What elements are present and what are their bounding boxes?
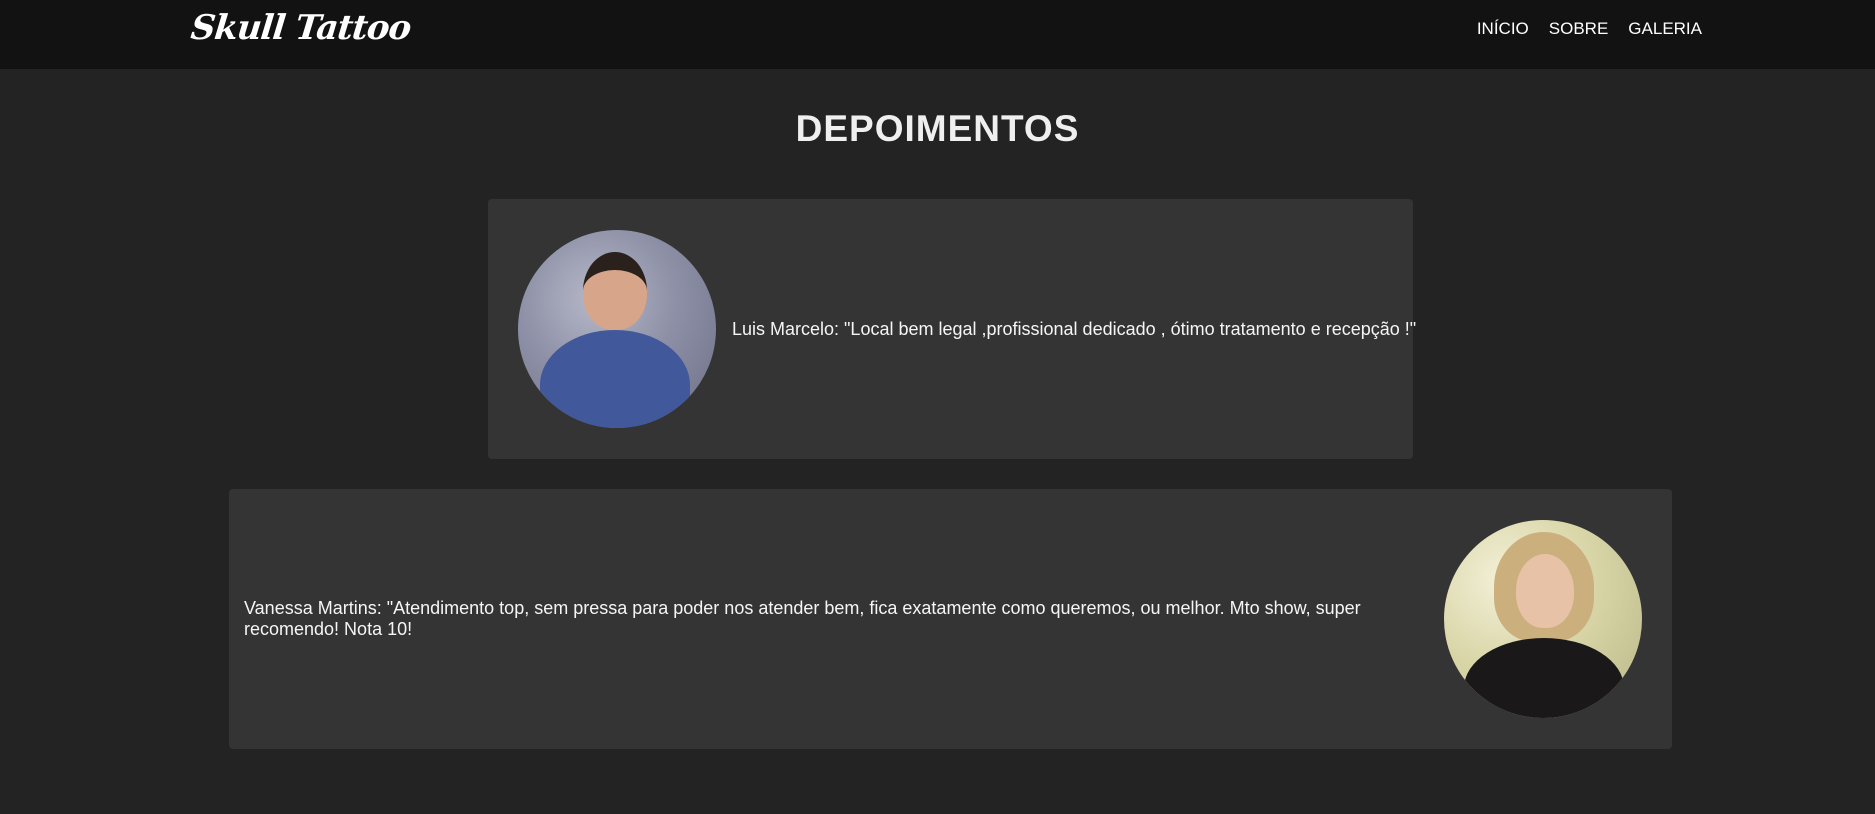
avatar-figure-body [1464, 638, 1624, 718]
nav-link-galeria[interactable]: GALERIA [1628, 18, 1702, 40]
avatar-figure-body [540, 330, 690, 428]
logo[interactable]: Skull Tattoo [189, 8, 413, 48]
avatar-figure-head [583, 252, 647, 330]
nav-link-sobre[interactable]: SOBRE [1549, 18, 1609, 40]
avatar-figure-head [1516, 554, 1574, 628]
section-title: DEPOIMENTOS [795, 108, 1080, 149]
testimonial-card: Luis Marcelo: "Local bem legal ,profissi… [488, 199, 1417, 459]
testimonial-card: Vanessa Martins: "Atendimento top, sem p… [229, 489, 1672, 749]
avatar-photo [1444, 520, 1642, 718]
testimonial-text: Luis Marcelo: "Local bem legal ,profissi… [732, 318, 1417, 339]
navbar: Skull Tattoo INÍCIO SOBRE GALERIA [0, 0, 1875, 69]
avatar-photo [518, 230, 716, 428]
main-nav: INÍCIO SOBRE GALERIA [1477, 18, 1702, 40]
nav-link-inicio[interactable]: INÍCIO [1477, 18, 1529, 40]
testimonial-text: Vanessa Martins: "Atendimento top, sem p… [244, 598, 1361, 639]
